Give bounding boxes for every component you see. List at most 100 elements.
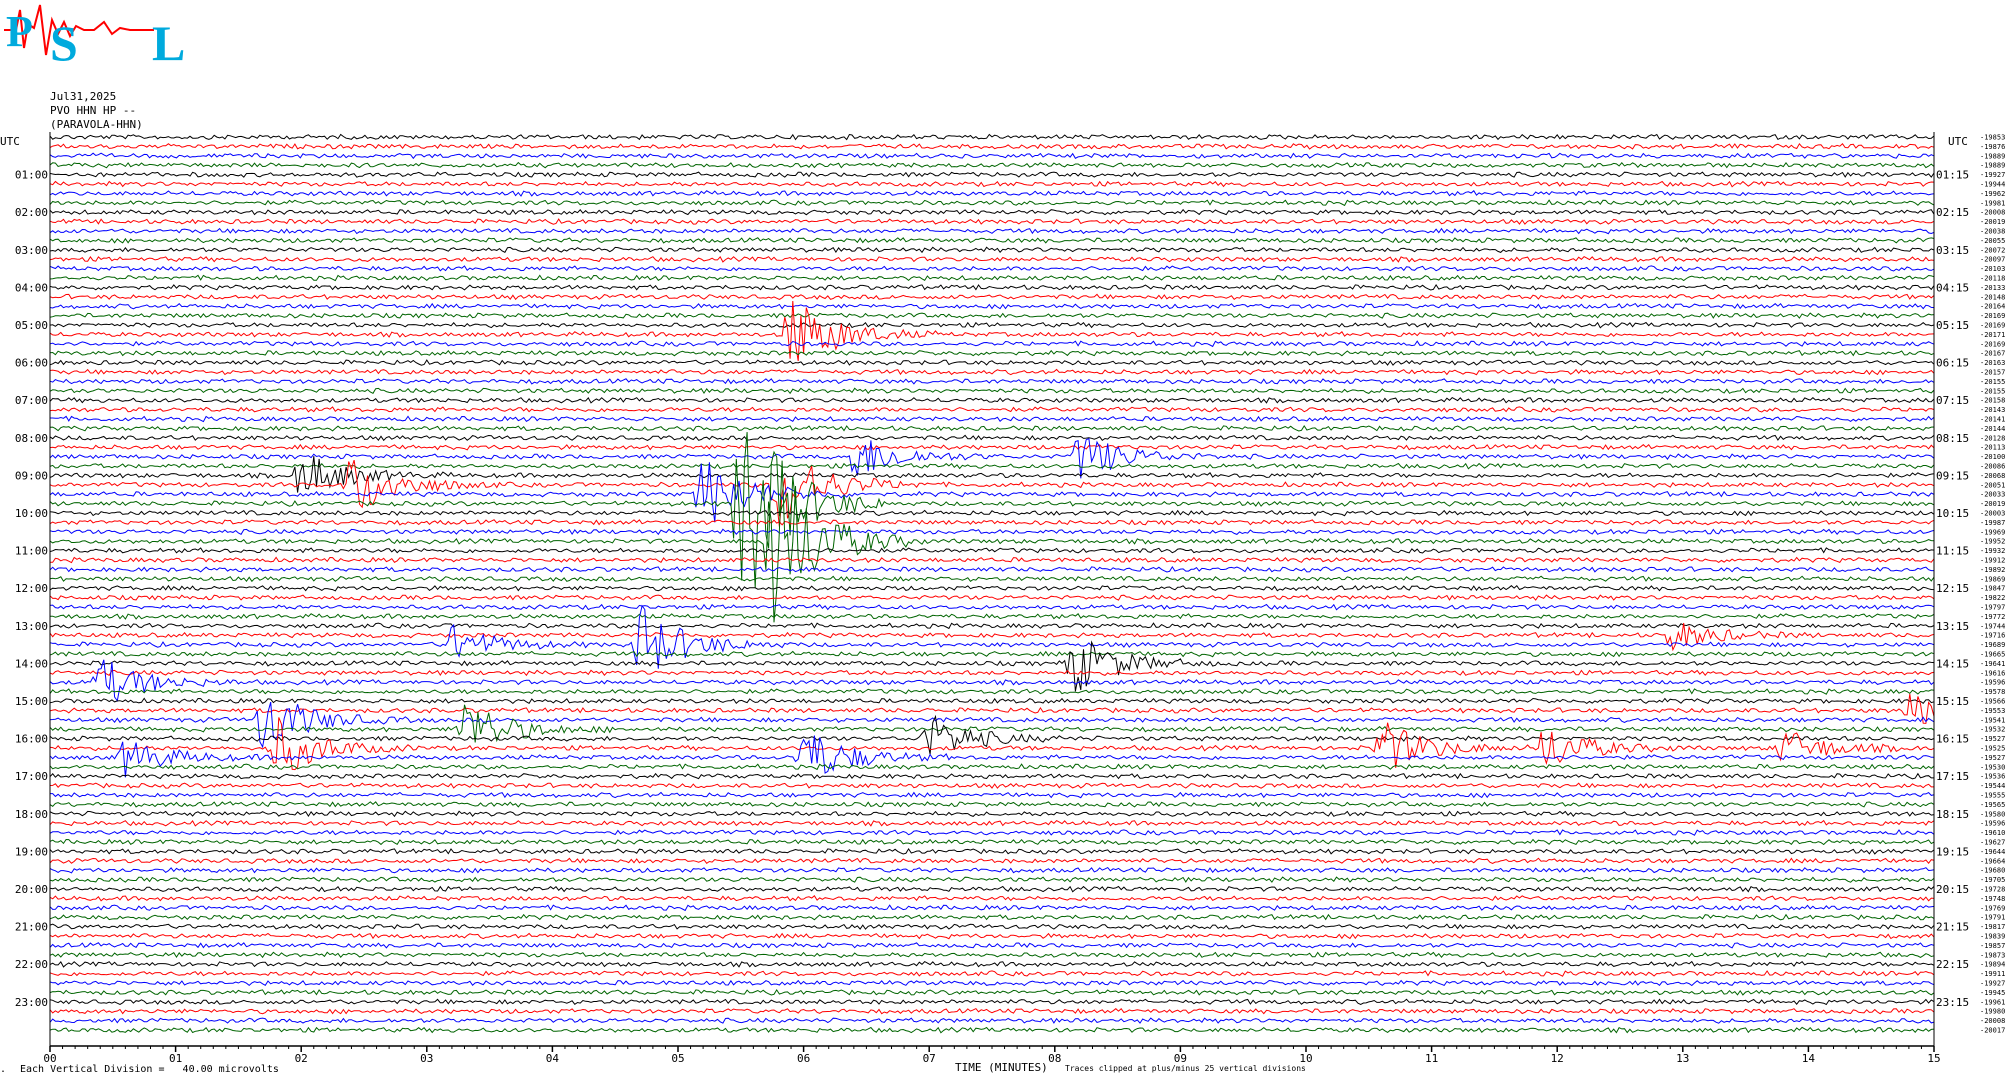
right-count-label: -19616 bbox=[1980, 669, 2005, 677]
right-count-label: -19945 bbox=[1980, 989, 2005, 997]
right-count-label: -19689 bbox=[1980, 641, 2005, 649]
right-hour-label: 05:15 bbox=[1936, 319, 1969, 332]
right-count-label: -19822 bbox=[1980, 594, 2005, 602]
right-count-label: -19705 bbox=[1980, 876, 2005, 884]
left-axis-title: UTC bbox=[0, 135, 20, 148]
right-count-label: -19839 bbox=[1980, 933, 2005, 941]
trace-line bbox=[49, 293, 1935, 301]
trace-line bbox=[49, 575, 1935, 583]
right-count-label: -19641 bbox=[1980, 660, 2005, 668]
right-count-label: -19525 bbox=[1980, 745, 2005, 753]
trace-line bbox=[49, 208, 1935, 216]
footer-mark: . bbox=[0, 1064, 7, 1075]
right-count-label: -19728 bbox=[1980, 886, 2005, 894]
trace-line bbox=[49, 227, 1935, 235]
x-tick-label: 06 bbox=[797, 1052, 810, 1065]
right-count-label: -20017 bbox=[1980, 1027, 2005, 1035]
right-count-label: -19889 bbox=[1980, 152, 2005, 160]
right-count-label: -19532 bbox=[1980, 726, 2005, 734]
right-count-label: -19912 bbox=[1980, 557, 2005, 565]
right-count-label: -19644 bbox=[1980, 848, 2005, 856]
right-count-label: -19847 bbox=[1980, 585, 2005, 593]
right-hour-label: 16:15 bbox=[1936, 733, 1969, 746]
right-count-label: -20155 bbox=[1980, 378, 2005, 386]
trace-line bbox=[49, 528, 1935, 536]
right-count-label: -20068 bbox=[1980, 472, 2005, 480]
right-count-label: -19769 bbox=[1980, 904, 2005, 912]
left-hour-label: 06:00 bbox=[15, 357, 48, 370]
right-count-label: -19716 bbox=[1980, 632, 2005, 640]
trace-line bbox=[49, 161, 1935, 169]
right-hour-label: 13:15 bbox=[1936, 620, 1969, 633]
x-tick-label: 04 bbox=[546, 1052, 560, 1065]
x-tick-label: 12 bbox=[1551, 1052, 1564, 1065]
trace-line bbox=[49, 152, 1935, 160]
trace-line bbox=[49, 913, 1935, 921]
trace-line bbox=[49, 302, 1935, 310]
trace-line bbox=[49, 462, 1935, 470]
trace-line bbox=[49, 246, 1935, 254]
trace-line bbox=[49, 456, 1935, 493]
trace-line bbox=[49, 547, 1935, 554]
helicorder-plot: 00 01 02 03 04 05 06 07 08 09 10 11 12 13 14 15TIME (MI… bbox=[0, 132, 2005, 1074]
left-hour-label: 15:00 bbox=[15, 695, 48, 708]
right-count-label: -19610 bbox=[1980, 829, 2005, 837]
trace-line bbox=[49, 810, 1935, 818]
trace-line bbox=[49, 274, 1935, 282]
right-count-label: -19980 bbox=[1980, 1008, 2005, 1016]
trace-line bbox=[49, 838, 1935, 846]
left-hour-label: 08:00 bbox=[15, 432, 48, 445]
left-hour-label: 17:00 bbox=[15, 770, 48, 783]
x-tick-label: 03 bbox=[420, 1052, 433, 1065]
right-count-label: -20008 bbox=[1980, 1017, 2005, 1025]
right-count-label: -19527 bbox=[1980, 735, 2005, 743]
right-count-label: -19889 bbox=[1980, 162, 2005, 170]
right-count-label: -19596 bbox=[1980, 679, 2005, 687]
right-hour-label: 21:15 bbox=[1936, 921, 1969, 934]
trace-line bbox=[49, 180, 1935, 188]
trace-line bbox=[49, 942, 1935, 949]
trace-line bbox=[49, 594, 1935, 601]
right-hour-label: 07:15 bbox=[1936, 394, 1969, 407]
right-hour-label: 06:15 bbox=[1936, 357, 1969, 370]
trace-line bbox=[49, 387, 1935, 395]
trace-line bbox=[49, 443, 1935, 451]
right-count-label: -20100 bbox=[1980, 453, 2005, 461]
right-hour-label: 15:15 bbox=[1936, 695, 1969, 708]
right-count-label: -19981 bbox=[1980, 199, 2005, 207]
trace-line bbox=[49, 519, 1935, 526]
trace-line bbox=[49, 199, 1935, 207]
trace-line bbox=[49, 190, 1935, 197]
left-hour-label: 22:00 bbox=[15, 958, 48, 971]
trace-line bbox=[49, 1026, 1935, 1034]
right-count-label: -19927 bbox=[1980, 171, 2005, 179]
right-hour-label: 08:15 bbox=[1936, 432, 1969, 445]
trace-line bbox=[49, 584, 1935, 592]
trace-line bbox=[49, 622, 1935, 630]
trace-line bbox=[49, 923, 1935, 930]
left-hour-label: 23:00 bbox=[15, 996, 48, 1009]
trace-line bbox=[49, 378, 1935, 385]
left-hour-label: 11:00 bbox=[15, 545, 48, 558]
right-count-label: -20072 bbox=[1980, 246, 2005, 254]
right-count-label: -20141 bbox=[1980, 416, 2005, 424]
right-count-label: -19664 bbox=[1980, 857, 2005, 865]
right-count-label: -19944 bbox=[1980, 181, 2005, 189]
trace-line bbox=[49, 142, 1935, 150]
right-count-label: -19932 bbox=[1980, 547, 2005, 555]
x-tick-label: 15 bbox=[1927, 1052, 1940, 1065]
trace-line bbox=[49, 714, 1935, 755]
right-hour-label: 09:15 bbox=[1936, 469, 1969, 482]
right-count-label: -19680 bbox=[1980, 867, 2005, 875]
right-count-label: -20158 bbox=[1980, 397, 2005, 405]
right-count-label: -19873 bbox=[1980, 951, 2005, 959]
trace-line bbox=[49, 735, 1934, 778]
trace-line bbox=[49, 801, 1935, 808]
right-count-label: -19748 bbox=[1980, 895, 2005, 903]
right-count-label: -19969 bbox=[1980, 528, 2005, 536]
right-hour-label: 14:15 bbox=[1936, 657, 1969, 670]
trace-line bbox=[49, 368, 1935, 376]
trace-line bbox=[50, 613, 1935, 620]
right-count-label: -19541 bbox=[1980, 716, 2005, 724]
trace-line bbox=[49, 998, 1935, 1006]
